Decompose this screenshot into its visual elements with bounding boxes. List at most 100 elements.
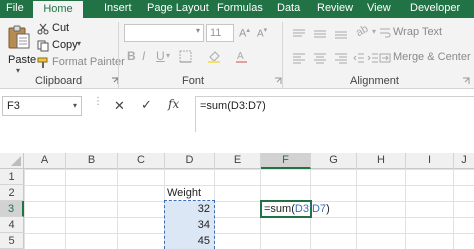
- cut-button[interactable]: Cut: [37, 22, 77, 36]
- active-cell-f3[interactable]: =sum(D3:D7): [260, 200, 330, 218]
- tab-file[interactable]: File: [6, 0, 24, 18]
- align-center-icon[interactable]: [313, 52, 327, 64]
- tab-formulas[interactable]: Formulas: [217, 0, 263, 18]
- format-painter-label: Format Painter: [52, 56, 125, 68]
- formula-bar-grip[interactable]: ⋮: [93, 97, 103, 107]
- tab-data[interactable]: Data: [277, 0, 300, 18]
- font-group-label: Font: [182, 75, 205, 87]
- merge-center-icon: [379, 53, 391, 63]
- column-header-f[interactable]: F: [261, 153, 311, 169]
- column-header-j[interactable]: J: [454, 153, 474, 169]
- paste-button[interactable]: Paste ▾: [4, 22, 37, 75]
- column-header-g[interactable]: G: [311, 153, 357, 169]
- chevron-down-icon[interactable]: ▾: [73, 97, 77, 115]
- cell-d3[interactable]: 32: [165, 201, 214, 217]
- formula-suffix: ): [262, 100, 266, 112]
- column-header-c[interactable]: C: [118, 153, 165, 169]
- borders-icon[interactable]: [179, 50, 192, 63]
- formula-bar: F3 ▾ ⋮ ✕ ✓ fx =sum(D3:D7): [0, 90, 474, 132]
- ribbon: Paste ▾ Cut Copy ▾ Format Painter Clipbo…: [0, 18, 474, 89]
- align-right-icon[interactable]: [334, 52, 348, 64]
- clipboard-group-label: Clipboard: [35, 75, 83, 87]
- copy-label: Copy: [52, 39, 78, 51]
- tab-review[interactable]: Review: [317, 0, 353, 18]
- tab-developer[interactable]: Developer: [410, 0, 460, 18]
- formula-bar-spacer: [0, 132, 474, 153]
- align-top-icon[interactable]: [292, 28, 306, 40]
- gridline: [356, 169, 357, 249]
- cancel-icon[interactable]: ✕: [114, 98, 125, 114]
- gridline: [117, 169, 118, 249]
- paintbrush-icon: [37, 57, 48, 68]
- cell-d4[interactable]: 34: [165, 217, 214, 233]
- alignment-group-label: Alignment: [350, 75, 399, 87]
- svg-text:A: A: [237, 51, 244, 62]
- scissors-icon: [37, 23, 49, 35]
- enter-icon[interactable]: ✓: [141, 97, 152, 113]
- font-name-dropdown[interactable]: [124, 24, 204, 42]
- column-header-a[interactable]: A: [24, 153, 66, 169]
- font-size-dropdown[interactable]: 11: [206, 24, 234, 42]
- column-header-h[interactable]: H: [357, 153, 406, 169]
- tab-home[interactable]: Home: [33, 1, 83, 18]
- row-header-5[interactable]: 5: [0, 233, 24, 249]
- tab-insert[interactable]: Insert: [104, 0, 132, 18]
- orientation-icon[interactable]: ab: [354, 23, 371, 40]
- cell-formula-range-ref: D3:D7: [294, 203, 327, 215]
- gridline: [65, 169, 66, 249]
- align-left-icon[interactable]: [292, 52, 306, 64]
- tab-page-layout[interactable]: Page Layout: [147, 0, 209, 18]
- name-box-value: F3: [7, 100, 20, 112]
- align-bottom-icon[interactable]: [334, 28, 348, 40]
- decrease-font-icon[interactable]: A▾: [257, 26, 267, 39]
- group-divider: [118, 22, 119, 88]
- increase-indent-icon[interactable]: [367, 52, 379, 64]
- paste-label: Paste: [8, 54, 37, 66]
- wrap-text-label: Wrap Text: [393, 26, 443, 38]
- cell-d5[interactable]: 45: [165, 233, 214, 249]
- chevron-down-icon[interactable]: ▾: [77, 39, 81, 48]
- column-header-d[interactable]: D: [165, 153, 215, 169]
- name-box[interactable]: F3 ▾: [2, 96, 82, 116]
- format-painter-button[interactable]: Format Painter: [37, 56, 125, 70]
- column-header-i[interactable]: I: [406, 153, 454, 169]
- tab-view[interactable]: View: [367, 0, 391, 18]
- cell-d2[interactable]: Weight: [166, 185, 214, 201]
- font-size-value: 11: [210, 27, 222, 39]
- group-divider: [282, 22, 283, 88]
- copy-button[interactable]: Copy ▾: [37, 39, 82, 53]
- chevron-down-icon[interactable]: ▾: [166, 51, 170, 60]
- decrease-indent-icon[interactable]: [353, 52, 365, 64]
- paste-icon: [8, 25, 30, 49]
- cell-area[interactable]: [24, 169, 474, 249]
- fill-color-icon[interactable]: [207, 49, 223, 63]
- cell-formula-suffix: ): [326, 203, 330, 215]
- insert-function-button[interactable]: fx: [168, 97, 179, 111]
- gridline: [405, 169, 406, 249]
- align-middle-icon[interactable]: [313, 28, 327, 40]
- worksheet-grid: A B C D E F G H I J 1 2 3 4 5 Weight 32 …: [0, 153, 474, 249]
- underline-button[interactable]: U: [156, 49, 165, 63]
- row-header-2[interactable]: 2: [0, 185, 24, 201]
- formula-input[interactable]: =sum(D3:D7): [195, 96, 474, 132]
- wrap-text-button[interactable]: Wrap Text: [379, 26, 469, 40]
- row-header-4[interactable]: 4: [0, 217, 24, 233]
- column-header-b[interactable]: B: [66, 153, 118, 169]
- formula-range-ref: D3:D7: [230, 100, 263, 112]
- row-header-1[interactable]: 1: [0, 169, 24, 185]
- formula-text: =sum(D3:D7): [200, 100, 266, 112]
- alignment-dialog-launcher-icon[interactable]: [462, 77, 470, 85]
- merge-center-button[interactable]: Merge & Center: [379, 51, 474, 65]
- select-all-button[interactable]: [0, 153, 24, 169]
- increase-font-icon[interactable]: A▴: [239, 26, 250, 40]
- merge-center-label: Merge & Center: [393, 51, 471, 63]
- italic-button[interactable]: I: [142, 49, 145, 63]
- column-header-e[interactable]: E: [215, 153, 261, 169]
- chevron-down-icon[interactable]: ▾: [372, 27, 376, 36]
- bold-button[interactable]: B: [127, 49, 136, 63]
- font-color-icon[interactable]: A: [235, 49, 249, 63]
- chevron-down-icon[interactable]: ▾: [16, 66, 20, 75]
- row-header-3[interactable]: 3: [0, 201, 24, 217]
- chevron-down-icon[interactable]: ▾: [196, 26, 200, 35]
- font-dialog-launcher-icon[interactable]: [274, 77, 282, 85]
